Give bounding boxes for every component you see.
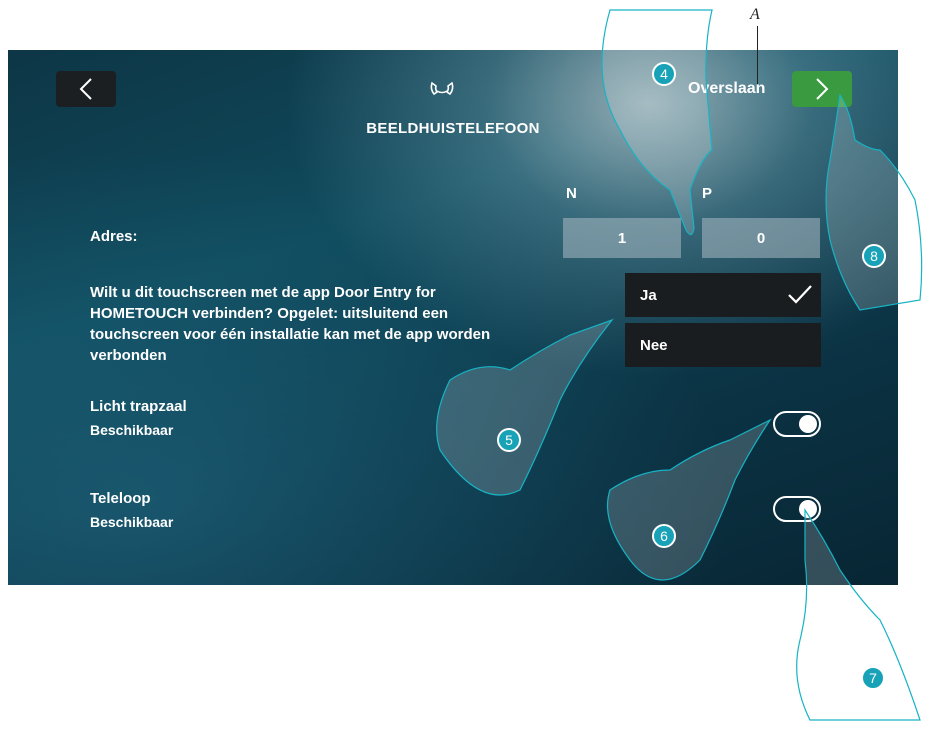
- next-button[interactable]: [792, 71, 852, 107]
- annotation-leader-line: [757, 26, 758, 84]
- teleloop-toggle[interactable]: [773, 496, 821, 522]
- teleloop-status: Beschikbaar: [90, 514, 174, 530]
- option-no-label: Nee: [640, 336, 668, 354]
- address-n-field[interactable]: 1: [563, 218, 681, 258]
- annotation-label: A: [750, 6, 760, 23]
- page-title: BEELDHUISTELEFOON: [366, 120, 540, 137]
- touchscreen-display: BEELDHUISTELEFOON Overslaan N P Adres: 1…: [8, 50, 898, 585]
- callout-badge: 6: [652, 524, 676, 548]
- toggle-knob: [799, 500, 817, 518]
- callout-badge: 8: [862, 244, 886, 268]
- column-header-n: N: [566, 185, 577, 202]
- chevron-right-icon: [816, 78, 829, 100]
- option-yes[interactable]: Ja: [625, 273, 821, 317]
- stair-light-status: Beschikbaar: [90, 422, 174, 438]
- stair-light-toggle[interactable]: [773, 411, 821, 437]
- address-label: Adres:: [90, 228, 138, 245]
- option-yes-label: Ja: [640, 286, 657, 304]
- app-connect-question: Wilt u dit touchscreen met de app Door E…: [90, 284, 491, 364]
- column-header-p: P: [702, 185, 713, 202]
- skip-button[interactable]: Overslaan: [688, 80, 765, 98]
- toggle-knob: [799, 415, 817, 433]
- back-button[interactable]: [56, 71, 116, 107]
- teleloop-title: Teleloop: [90, 490, 151, 507]
- callout-badge: 5: [497, 428, 521, 452]
- stair-light-title: Licht trapzaal: [90, 398, 187, 415]
- callout-badge: 7: [861, 666, 885, 690]
- chevron-left-icon: [79, 78, 92, 100]
- checkmark-icon: [788, 285, 812, 304]
- option-no[interactable]: Nee: [625, 323, 821, 367]
- handset-icon: [430, 81, 454, 96]
- address-p-field[interactable]: 0: [702, 218, 820, 258]
- callout-badge: 4: [652, 62, 676, 86]
